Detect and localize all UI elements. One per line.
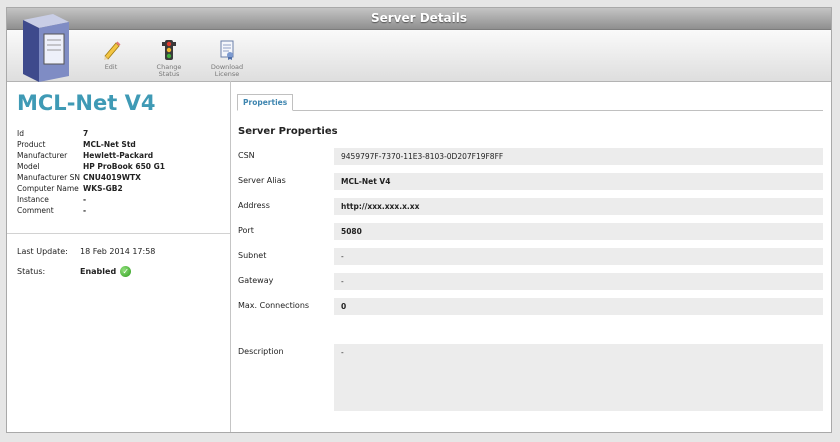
property-value: CNU4019WTX bbox=[83, 173, 141, 182]
field-label: Subnet bbox=[238, 251, 267, 260]
traffic-light-icon bbox=[162, 40, 176, 60]
property-row-model: Model HP ProBook 650 G1 bbox=[17, 161, 165, 172]
property-row-manufacturer: Manufacturer Hewlett-Packard bbox=[17, 150, 165, 161]
change-status-label-line2: Status bbox=[158, 70, 180, 78]
property-label: Comment bbox=[17, 206, 54, 215]
last-update-label: Last Update: bbox=[17, 247, 68, 256]
server-property-list: Id 7 Product MCL-Net Std Manufacturer Hewle… bbox=[17, 128, 165, 216]
field-csn: CSN 9459797F-7370-11E3-8103-0D207F19F8FF bbox=[238, 148, 823, 165]
server-summary-pane: MCL-Net V4 Id 7 Product MCL-Net Std Manufa… bbox=[7, 81, 231, 432]
check-circle-icon: ✓ bbox=[120, 266, 132, 277]
field-value: 5080 bbox=[334, 223, 823, 240]
summary-divider bbox=[7, 233, 230, 234]
status-row: Status: Enabled ✓ bbox=[17, 266, 132, 277]
status-value: Enabled bbox=[80, 267, 117, 276]
field-value: 9459797F-7370-11E3-8103-0D207F19F8FF bbox=[334, 148, 823, 165]
property-value: - bbox=[83, 206, 87, 215]
field-label: Port bbox=[238, 226, 254, 235]
property-value: Hewlett-Packard bbox=[83, 151, 154, 160]
field-label: Server Alias bbox=[238, 176, 286, 185]
field-server-alias: Server Alias MCL-Net V4 bbox=[238, 173, 823, 190]
property-row-id: Id 7 bbox=[17, 128, 165, 139]
property-row-comment: Comment - bbox=[17, 205, 165, 216]
edit-label: Edit bbox=[104, 63, 118, 71]
field-value: - bbox=[334, 248, 823, 265]
property-label: Instance bbox=[17, 195, 49, 204]
toolbar: Edit Change Status Download License bbox=[7, 14, 831, 82]
field-address: Address http://xxx.xxx.x.xx bbox=[238, 198, 823, 215]
tab-bar: Properties bbox=[237, 91, 823, 111]
property-label: Computer Name bbox=[17, 184, 79, 193]
server-name-heading: MCL-Net V4 bbox=[17, 91, 156, 115]
tab-properties[interactable]: Properties bbox=[237, 94, 294, 111]
field-label: Gateway bbox=[238, 276, 274, 285]
server-tower-icon bbox=[23, 14, 69, 82]
download-license-button[interactable]: Download License bbox=[199, 39, 255, 78]
property-label: Manufacturer bbox=[17, 151, 68, 160]
property-value: WKS-GB2 bbox=[83, 184, 123, 193]
status-label: Status: bbox=[17, 267, 46, 276]
property-row-instance: Instance - bbox=[17, 194, 165, 205]
property-value: MCL-Net Std bbox=[83, 140, 136, 149]
field-label: CSN bbox=[238, 151, 255, 160]
description-value: - bbox=[334, 344, 823, 411]
field-value: 0 bbox=[334, 298, 823, 315]
field-label: Address bbox=[238, 201, 270, 210]
edit-button[interactable]: Edit bbox=[83, 39, 139, 71]
property-label: Id bbox=[17, 129, 24, 138]
property-row-manufacturer-sn: Manufacturer SN CNU4019WTX bbox=[17, 172, 165, 183]
property-label: Product bbox=[17, 140, 46, 149]
field-value: MCL-Net V4 bbox=[334, 173, 823, 190]
property-row-product: Product MCL-Net Std bbox=[17, 139, 165, 150]
property-row-computer-name: Computer Name WKS-GB2 bbox=[17, 183, 165, 194]
property-value: HP ProBook 650 G1 bbox=[83, 162, 165, 171]
field-gateway: Gateway - bbox=[238, 273, 823, 290]
section-title: Server Properties bbox=[238, 126, 338, 137]
property-label: Model bbox=[17, 162, 40, 171]
last-update-row: Last Update: 18 Feb 2014 17:58 bbox=[17, 247, 155, 256]
property-value: - bbox=[83, 195, 87, 204]
change-status-button[interactable]: Change Status bbox=[141, 39, 197, 78]
property-label: Manufacturer SN bbox=[17, 173, 80, 182]
field-label: Max. Connections bbox=[238, 301, 310, 310]
field-port: Port 5080 bbox=[238, 223, 823, 240]
download-license-label-line2: License bbox=[214, 70, 240, 78]
server-details-window: Server Details Edit Change Status Downlo… bbox=[6, 7, 832, 433]
window-title: Server Details bbox=[7, 8, 831, 30]
field-value: http://xxx.xxx.x.xx bbox=[334, 198, 823, 215]
field-value: - bbox=[334, 273, 823, 290]
license-document-icon bbox=[220, 40, 234, 60]
field-max-connections: Max. Connections 0 bbox=[238, 298, 823, 315]
property-value: 7 bbox=[83, 129, 89, 138]
field-subnet: Subnet - bbox=[238, 248, 823, 265]
server-details-pane: Properties Server Properties CSN 9459797… bbox=[231, 81, 831, 432]
field-description: Description - bbox=[238, 344, 823, 411]
field-label: Description bbox=[238, 347, 284, 356]
last-update-value: 18 Feb 2014 17:58 bbox=[80, 247, 156, 256]
pencil-icon bbox=[104, 41, 121, 60]
